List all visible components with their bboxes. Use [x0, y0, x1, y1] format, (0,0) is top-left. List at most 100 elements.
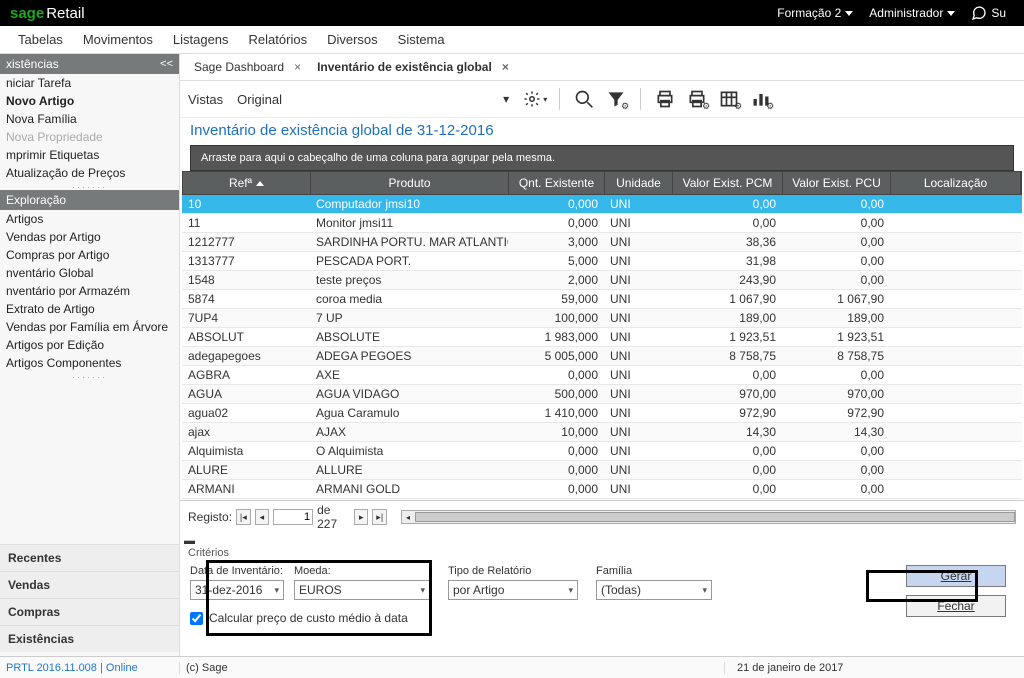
section-existências[interactable]: Existências [0, 625, 179, 652]
last-page-button[interactable]: ▸| [372, 509, 387, 525]
table-row[interactable]: AlquimistaO Alquimista0,000UNI0,000,00 [182, 442, 1022, 461]
chart-icon[interactable]: ⚙ [749, 87, 773, 111]
menu-sistema[interactable]: Sistema [388, 28, 455, 51]
collapse-toggle[interactable]: ▬ [180, 535, 1024, 547]
sidebar-item[interactable]: Artigos [0, 210, 179, 228]
dropdown-icon: ▾ [420, 585, 425, 596]
scroll-thumb[interactable] [415, 512, 1015, 522]
col-qnt[interactable]: Qnt. Existente [509, 172, 605, 194]
sidebar-item[interactable]: Novo Artigo [0, 92, 179, 110]
col-pcu[interactable]: Valor Exist. PCU [783, 172, 891, 194]
sidebar-item[interactable]: nventário por Armazém [0, 282, 179, 300]
tab[interactable]: Inventário de existência global× [311, 58, 515, 76]
table-row[interactable]: AGUAAGUA VIDAGO500,000UNI970,00970,00 [182, 385, 1022, 404]
sidebar-item[interactable]: Nova Família [0, 110, 179, 128]
caret-down-icon: ▾ [543, 95, 547, 104]
gerar-button[interactable]: Gerar [906, 565, 1006, 587]
sidebar-item[interactable]: Vendas por Artigo [0, 228, 179, 246]
close-icon[interactable]: × [294, 60, 301, 74]
status-version[interactable]: PRTL 2016.11.008 | Online [0, 662, 180, 674]
familia-select[interactable]: (Todas)▾ [596, 580, 712, 600]
sidebar-item[interactable]: Compras por Artigo [0, 246, 179, 264]
table-settings-icon[interactable]: ⚙ [717, 87, 741, 111]
table-row[interactable]: 5874coroa media59,000UNI1 067,901 067,90 [182, 290, 1022, 309]
criteria-label: Critérios [180, 547, 1024, 559]
table-row[interactable]: ABSOLUTABSOLUTE1 983,000UNI1 923,511 923… [182, 328, 1022, 347]
table-row[interactable]: 7UP47 UP100,000UNI189,00189,00 [182, 309, 1022, 328]
group-hint[interactable]: Arraste para aqui o cabeçalho de uma col… [190, 145, 1014, 171]
sidebar-item[interactable]: mprimir Etiquetas [0, 146, 179, 164]
menu-movimentos[interactable]: Movimentos [73, 28, 163, 51]
menu-tabelas[interactable]: Tabelas [8, 28, 73, 51]
col-ref[interactable]: Refª [183, 172, 311, 194]
close-icon[interactable]: × [502, 60, 509, 74]
calcular-label: Calcular preço de custo médio à data [209, 611, 408, 625]
sidebar-item[interactable]: Artigos Componentes [0, 354, 179, 372]
menu-listagens[interactable]: Listagens [163, 28, 239, 51]
sidebar-item[interactable]: niciar Tarefa [0, 74, 179, 92]
table-row[interactable]: ARMANIARMANI GOLD0,000UNI0,000,00 [182, 480, 1022, 499]
table-row[interactable]: adegapegoesADEGA PEGOES5 005,000UNI8 758… [182, 347, 1022, 366]
scroll-left-icon[interactable]: ◂ [402, 511, 414, 523]
dropdown-icon: ▾ [702, 585, 707, 596]
top-admin[interactable]: Administrador [869, 6, 955, 20]
separator: ······· [0, 182, 179, 190]
search-icon[interactable] [572, 87, 596, 111]
date-label: Data de Inventário: [190, 565, 284, 577]
sidebar-item[interactable]: Extrato de Artigo [0, 300, 179, 318]
vistas-select[interactable]: Original [235, 90, 495, 109]
section-compras[interactable]: Compras [0, 598, 179, 625]
gear-icon[interactable]: ▾ [523, 87, 547, 111]
top-formacao[interactable]: Formação 2 [777, 6, 853, 20]
table-row[interactable]: 11Monitor jmsi110,000UNI0,000,00 [182, 214, 1022, 233]
menu-relatórios[interactable]: Relatórios [239, 28, 318, 51]
print-settings-icon[interactable]: ⚙ [685, 87, 709, 111]
sidebar-item[interactable]: Atualização de Preços [0, 164, 179, 182]
col-unidade[interactable]: Unidade [605, 172, 673, 194]
prev-page-button[interactable]: ◂ [255, 509, 270, 525]
table-row[interactable]: AGBRAAXE0,000UNI0,000,00 [182, 366, 1022, 385]
filter-icon[interactable]: ⚙ [604, 87, 628, 111]
sidebar-item[interactable]: Nova Propriedade [0, 128, 179, 146]
section-vendas[interactable]: Vendas [0, 571, 179, 598]
fechar-button[interactable]: Fechar [906, 595, 1006, 617]
horizontal-scrollbar[interactable]: ◂ [401, 510, 1016, 524]
panel-header-exploracao[interactable]: Exploração [0, 190, 179, 210]
panel-header-label: xistências [6, 57, 59, 71]
grid: Refª Produto Qnt. Existente Unidade Valo… [182, 171, 1022, 499]
table-row[interactable]: ALUREALLURE0,000UNI0,000,00 [182, 461, 1022, 480]
table-row[interactable]: ajaxAJAX10,000UNI14,3014,30 [182, 423, 1022, 442]
sidebar-item[interactable]: Vendas por Família em Árvore [0, 318, 179, 336]
col-localizacao[interactable]: Localização [891, 172, 1021, 194]
toolbar: Vistas Original ▾ ▾ ⚙ ⚙ ⚙ ⚙ [180, 81, 1024, 118]
brand-retail: Retail [46, 5, 84, 22]
calcular-checkbox[interactable] [190, 612, 203, 625]
table-row[interactable]: 1548teste preços2,000UNI243,900,00 [182, 271, 1022, 290]
caret-down-icon[interactable]: ▾ [503, 92, 509, 106]
col-pcm[interactable]: Valor Exist. PCM [673, 172, 783, 194]
tipo-select[interactable]: por Artigo▾ [448, 580, 578, 600]
next-page-button[interactable]: ▸ [354, 509, 369, 525]
moeda-select[interactable]: EUROS▾ [294, 580, 430, 600]
tipo-label: Tipo de Relatório [448, 565, 578, 577]
print-icon[interactable] [653, 87, 677, 111]
sidebar-item[interactable]: nventário Global [0, 264, 179, 282]
collapse-icon[interactable]: << [160, 58, 173, 70]
tab[interactable]: Sage Dashboard× [188, 58, 307, 76]
menu-diversos[interactable]: Diversos [317, 28, 388, 51]
table-row[interactable]: agua02Agua Caramulo1 410,000UNI972,90972… [182, 404, 1022, 423]
top-chat[interactable]: Su [971, 5, 1006, 21]
table-row[interactable]: 1313777PESCADA PORT.5,000UNI31,980,00 [182, 252, 1022, 271]
statusbar: PRTL 2016.11.008 | Online (c) Sage 21 de… [0, 656, 1024, 678]
sidebar-item[interactable]: Artigos por Edição [0, 336, 179, 354]
table-row[interactable]: 10Computador jmsi100,000UNI0,000,00 [182, 195, 1022, 214]
section-recentes[interactable]: Recentes [0, 544, 179, 571]
calcular-checkbox-row[interactable]: Calcular preço de custo médio à data [190, 611, 430, 625]
page-input[interactable] [273, 509, 313, 525]
date-select[interactable]: 31-dez-2016▾ [190, 580, 284, 600]
table-row[interactable]: 1212777SARDINHA PORTU. MAR ATLANTIC3,000… [182, 233, 1022, 252]
first-page-button[interactable]: |◂ [236, 509, 251, 525]
panel-header-existencias[interactable]: xistências << [0, 54, 179, 74]
col-produto[interactable]: Produto [311, 172, 509, 194]
sort-asc-icon [256, 181, 264, 186]
